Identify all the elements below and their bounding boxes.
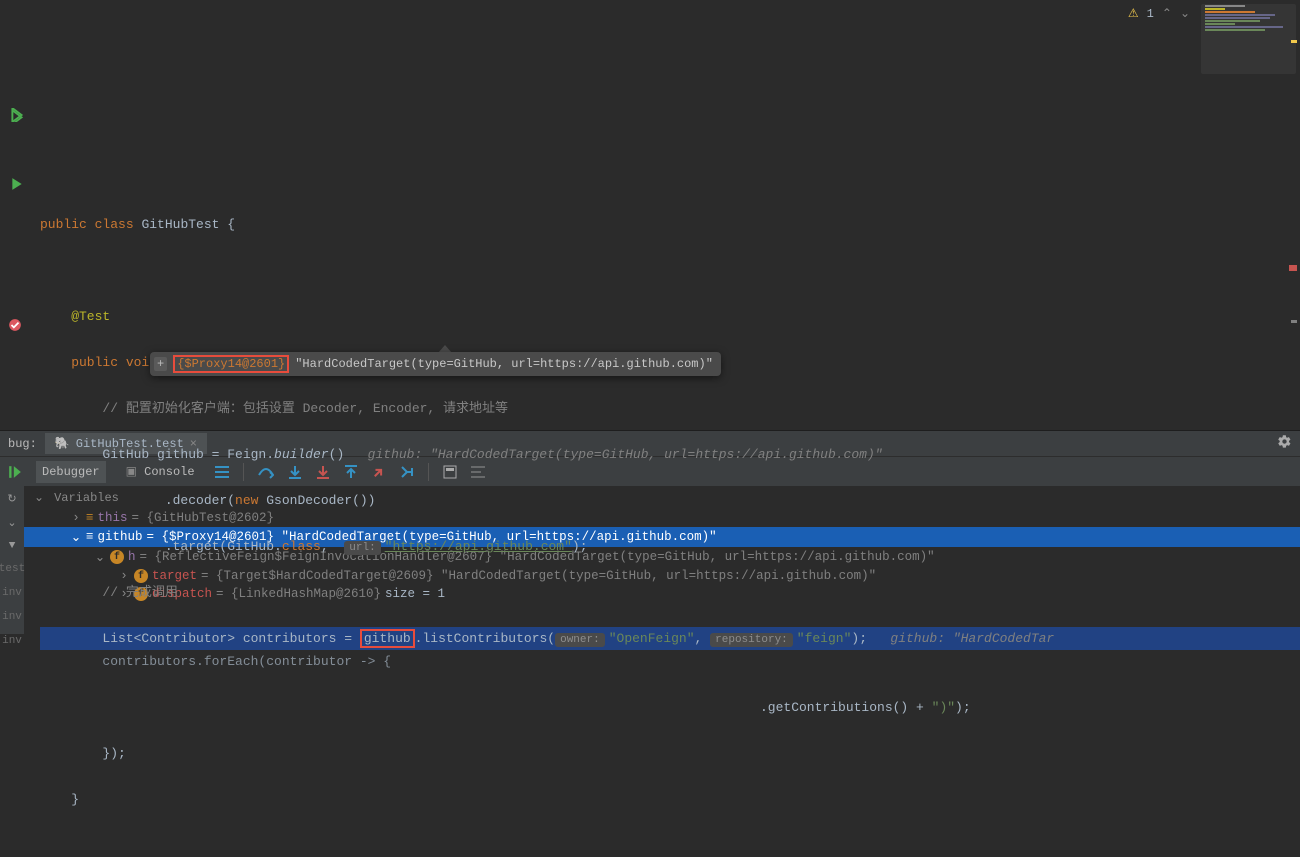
filter-icon[interactable]: ▼	[9, 540, 16, 552]
breakpoint-line[interactable]: List<Contributor> contributors = github.…	[40, 627, 1300, 650]
gutter	[0, 0, 40, 430]
tooltip-proxy: {$Proxy14@2601}	[177, 357, 285, 371]
editor-status: ⚠ 1 ⌃ ⌄	[1128, 6, 1190, 21]
highlight-github: github	[360, 629, 415, 648]
next-highlight-icon[interactable]: ⌄	[1180, 6, 1190, 21]
resume-icon[interactable]	[8, 465, 22, 479]
minimap[interactable]	[1201, 4, 1296, 74]
code-line: public class GitHubTest {	[40, 217, 235, 232]
run-test-icon[interactable]	[10, 177, 24, 191]
warning-count: 1	[1147, 7, 1154, 21]
breakpoint-icon[interactable]	[8, 318, 22, 332]
prev-highlight-icon[interactable]: ⌃	[1162, 6, 1172, 21]
marker-bar[interactable]	[1290, 0, 1298, 430]
trace-icon[interactable]	[471, 466, 485, 478]
chevron-down-icon[interactable]: ⌄	[7, 516, 16, 530]
comment: // 配置初始化客户端：包括设置 Decoder, Encoder, 请求地址等	[40, 401, 508, 416]
restart-icon[interactable]: ↻	[7, 492, 16, 506]
param-hint: url:	[344, 541, 380, 555]
annotation: @Test	[40, 309, 110, 324]
expand-icon[interactable]: +	[154, 357, 167, 371]
code-editor[interactable]: public class GitHubTest { @Test public v…	[0, 0, 1300, 430]
inline-hint: github: "HardCodedTarget(type=GitHub, ur…	[368, 447, 883, 462]
side-toolbar: ↻ ⌄ ▼ test inv inv inv	[0, 486, 24, 634]
comment: // 完成调用	[40, 585, 178, 600]
warning-icon[interactable]: ⚠	[1128, 6, 1139, 21]
debug-label: bug:	[8, 437, 37, 451]
tooltip-value: "HardCodedTarget(type=GitHub, url=https:…	[295, 357, 713, 371]
run-class-icon[interactable]	[10, 108, 24, 122]
value-tooltip[interactable]: + {$Proxy14@2601} "HardCodedTarget(type=…	[150, 352, 721, 376]
